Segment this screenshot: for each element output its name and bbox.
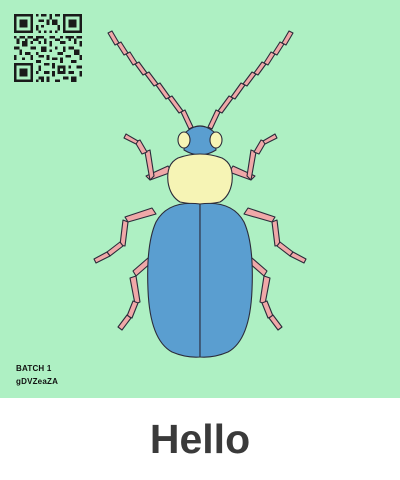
caption-area: Hello xyxy=(0,398,400,480)
illustration-panel: BATCH 1 gDVZeaZA xyxy=(0,0,400,398)
right-eye xyxy=(209,131,223,149)
label-card: BATCH 1 gDVZeaZA Hello xyxy=(0,0,400,480)
left-elytron xyxy=(147,202,201,358)
beetle-icon xyxy=(93,30,307,358)
batch-code: gDVZeaZA xyxy=(16,377,59,386)
beetle-pronotum xyxy=(167,153,233,205)
left-eye xyxy=(177,131,191,149)
batch-label: BATCH 1 xyxy=(16,364,52,373)
caption-text: Hello xyxy=(149,415,251,462)
right-antenna xyxy=(207,30,294,130)
right-elytron xyxy=(199,202,253,358)
left-antenna xyxy=(107,30,194,130)
